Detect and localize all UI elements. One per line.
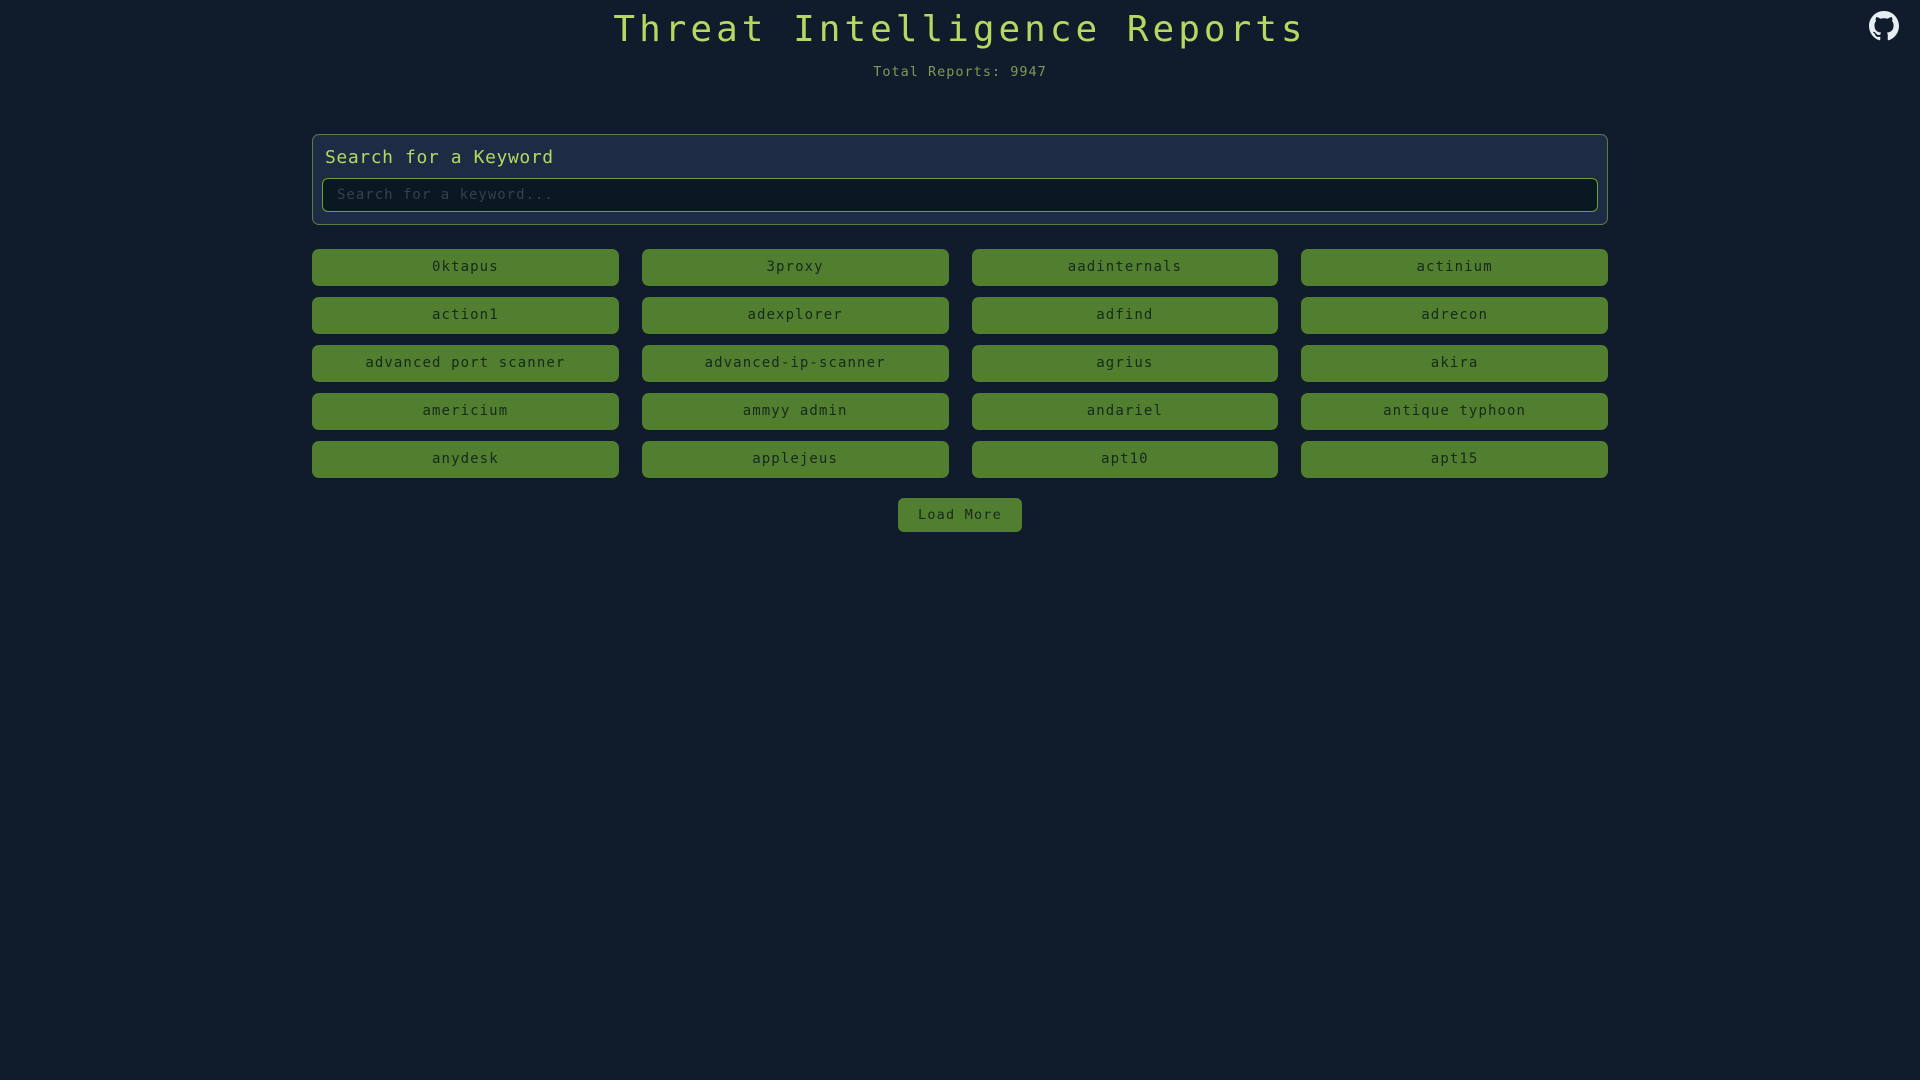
keyword-button[interactable]: action1 — [312, 296, 619, 334]
keyword-button[interactable]: 3proxy — [641, 248, 949, 286]
keyword-button[interactable]: aadinternals — [971, 248, 1279, 286]
search-label: Search for a Keyword — [325, 146, 554, 168]
page-title: Threat Intelligence Reports — [613, 9, 1307, 50]
search-panel: Search for a Keyword — [312, 133, 1608, 225]
keyword-button[interactable]: advanced port scanner — [312, 344, 619, 382]
load-more-container: Load More — [312, 478, 1608, 532]
keyword-button[interactable]: agrius — [971, 344, 1279, 382]
total-reports-label: Total Reports: 9947 — [873, 63, 1047, 80]
keyword-grid: 0ktapus 3proxy aadinternals actinium act… — [312, 225, 1608, 478]
github-icon — [1869, 11, 1899, 41]
page-root: Threat Intelligence Reports Total Report… — [0, 0, 1920, 1080]
keyword-button[interactable]: 0ktapus — [312, 248, 619, 286]
keyword-button[interactable]: antique typhoon — [1301, 392, 1608, 430]
keyword-button[interactable]: advanced-ip-scanner — [641, 344, 949, 382]
keyword-button[interactable]: adrecon — [1301, 296, 1608, 334]
keyword-button[interactable]: akira — [1301, 344, 1608, 382]
keyword-button[interactable]: apt10 — [971, 440, 1279, 478]
keyword-button[interactable]: adfind — [971, 296, 1279, 334]
keyword-button[interactable]: apt15 — [1301, 440, 1608, 478]
github-link[interactable] — [1866, 8, 1902, 44]
page-header: Threat Intelligence Reports Total Report… — [0, 0, 1920, 80]
keyword-button[interactable]: applejeus — [641, 440, 949, 478]
keyword-button[interactable]: andariel — [971, 392, 1279, 430]
keyword-button[interactable]: adexplorer — [641, 296, 949, 334]
keyword-button[interactable]: actinium — [1301, 248, 1608, 286]
main-container: Search for a Keyword 0ktapus 3proxy aadi… — [312, 80, 1608, 532]
load-more-button[interactable]: Load More — [898, 497, 1022, 532]
keyword-button[interactable]: americium — [312, 392, 619, 430]
keyword-button[interactable]: ammyy admin — [641, 392, 949, 430]
keyword-button[interactable]: anydesk — [312, 440, 619, 478]
search-input[interactable] — [322, 177, 1598, 212]
